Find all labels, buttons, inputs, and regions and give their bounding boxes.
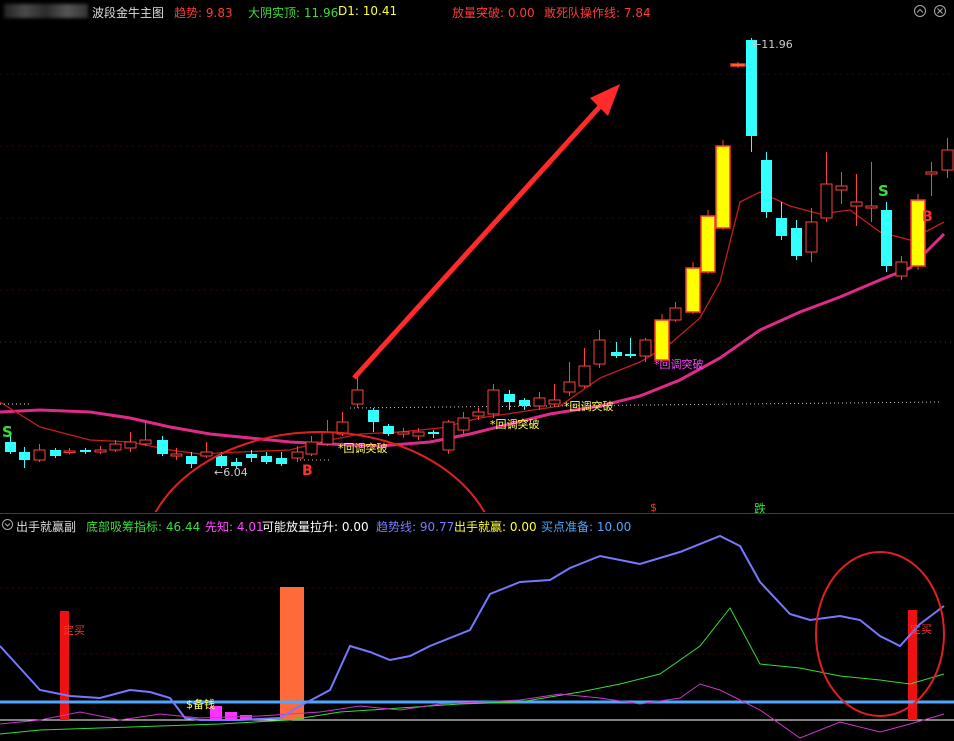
indicator-prophet: 先知: 4.01 — [205, 520, 264, 534]
candlestick — [139, 422, 152, 446]
candlestick — [504, 390, 515, 410]
candlestick — [33, 444, 46, 462]
candlestick — [805, 208, 818, 262]
buy-signal-b-right: B — [922, 209, 933, 225]
candlestick — [685, 262, 701, 314]
candlestick — [639, 338, 652, 362]
candlestick — [820, 152, 833, 222]
candlestick — [746, 38, 757, 152]
candlestick — [351, 374, 364, 408]
prepare-cash-label: $备钱 — [186, 698, 215, 711]
blurred-stock-name — [4, 4, 88, 18]
candlestick — [776, 202, 787, 240]
sub-panel-title: 出手就赢副 — [16, 520, 77, 534]
candlestick — [835, 172, 848, 204]
candlestick — [186, 452, 197, 468]
buy-label-right: 定买 — [910, 623, 932, 636]
trend-line — [0, 534, 945, 721]
candlestick — [925, 162, 938, 196]
indicator-buy-prep: 买点准备: 10.00 — [541, 520, 632, 534]
candlestick — [124, 432, 137, 452]
volume-lift-bar — [280, 587, 304, 720]
indicator-big-yin-top: 大阴实顶: 11.96 — [248, 6, 339, 20]
candlestick — [383, 424, 394, 436]
candlestick — [715, 140, 731, 230]
close-icon[interactable] — [934, 5, 946, 17]
main-candlestick-chart[interactable] — [0, 22, 954, 512]
indicator-bottom-absorb: 底部吸筹指标: 46.44 — [86, 520, 201, 534]
main-panel-header: 波段金牛主图 趋势: 9.83 大阴实顶: 11.96 D1: 10.41 放量… — [0, 0, 954, 22]
ma-pink-line — [0, 232, 946, 448]
candlestick — [428, 430, 439, 438]
candlestick — [578, 348, 591, 388]
chevron-up-icon[interactable] — [914, 5, 926, 17]
buy-signal-b: B — [302, 463, 313, 479]
low-price-label: ←6.04 — [214, 466, 248, 479]
sell-signal-s-right: S — [878, 182, 889, 200]
candlestick — [625, 338, 636, 358]
candlestick — [276, 452, 287, 466]
sub-indicator-chart[interactable] — [0, 534, 954, 741]
ma-red-line — [0, 191, 945, 455]
chevron-down-icon[interactable] — [2, 519, 13, 530]
candlestick — [261, 452, 272, 464]
candlestick — [200, 442, 213, 458]
candlestick — [791, 220, 802, 260]
candlestick — [50, 448, 61, 458]
indicator-volume-lift: 可能放量拉升: 0.00 — [262, 520, 369, 534]
candlestick — [442, 420, 455, 454]
candlestick — [457, 412, 470, 434]
breakout-label-3: *回调突破 — [564, 400, 614, 413]
candlestick — [63, 448, 76, 454]
candlestick — [368, 408, 379, 432]
indicator-d1: D1: 10.41 — [338, 4, 398, 18]
high-price-label: ←11.96 — [752, 38, 793, 51]
panel-divider — [0, 513, 954, 514]
candlestick — [157, 436, 168, 456]
breakout-label-4: *回调突破 — [654, 358, 704, 371]
candlestick — [305, 436, 318, 456]
candlestick — [611, 342, 622, 358]
buy-label-left: 定买 — [63, 624, 85, 637]
breakout-label-2: *回调突破 — [490, 418, 540, 431]
candlestick — [487, 384, 500, 418]
candlestick — [761, 152, 772, 218]
dotted-support-line — [349, 401, 941, 409]
candlestick — [910, 194, 926, 270]
candlestick — [941, 138, 954, 178]
candlestick — [533, 392, 546, 410]
indicator-win: 出手就赢: 0.00 — [454, 520, 537, 534]
candlestick — [548, 384, 561, 406]
indicator-trend-line: 趋势线: 90.77 — [376, 520, 455, 534]
candlestick — [19, 447, 30, 468]
main-panel-title: 波段金牛主图 — [92, 6, 165, 20]
candlestick — [80, 448, 91, 454]
candlestick — [669, 302, 682, 322]
candlestick — [700, 210, 716, 274]
candlestick — [94, 446, 107, 454]
candlestick — [865, 162, 878, 222]
candlestick — [881, 202, 892, 272]
indicator-dare-squad-line: 敢死队操作线: 7.84 — [544, 6, 651, 20]
fall-marker: 跌 — [754, 502, 767, 516]
candlestick — [593, 330, 606, 368]
candlestick — [563, 362, 576, 396]
trend-arrow — [352, 100, 606, 380]
sell-signal-s: S — [2, 423, 13, 441]
candlestick — [519, 398, 530, 410]
indicator-volume-breakout: 放量突破: 0.00 — [452, 6, 535, 20]
candlestick — [895, 256, 908, 280]
candlestick — [654, 314, 670, 362]
breakout-label-1: *回调突破 — [338, 442, 388, 455]
candlestick — [397, 428, 410, 438]
prophet-bar — [225, 712, 237, 720]
indicator-trend: 趋势: 9.83 — [174, 6, 233, 20]
candlestick — [730, 62, 746, 68]
